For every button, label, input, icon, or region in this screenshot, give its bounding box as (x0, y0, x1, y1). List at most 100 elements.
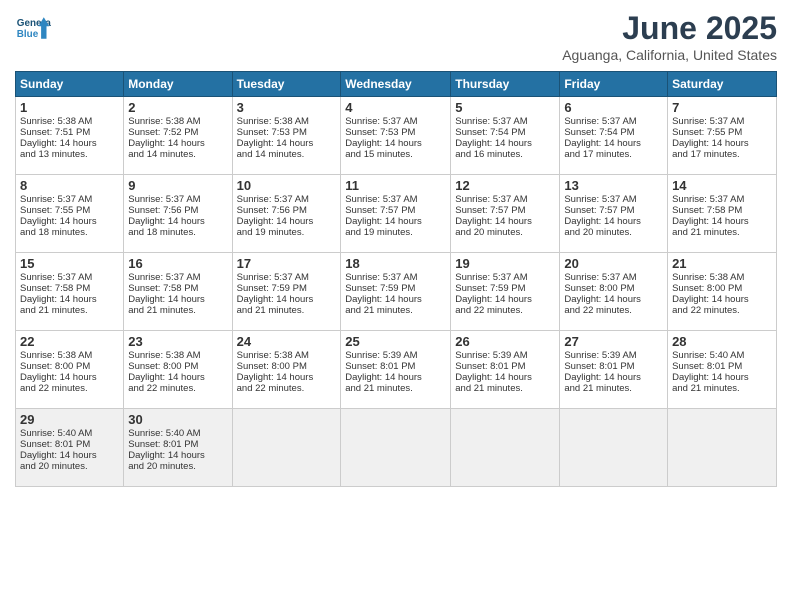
day-info-line: Sunrise: 5:39 AM (564, 350, 663, 361)
calendar-cell: 20Sunrise: 5:37 AMSunset: 8:00 PMDayligh… (560, 253, 668, 331)
calendar-cell (341, 409, 451, 487)
calendar-cell: 7Sunrise: 5:37 AMSunset: 7:55 PMDaylight… (668, 97, 777, 175)
col-saturday: Saturday (668, 72, 777, 97)
day-number: 23 (128, 334, 227, 349)
day-number: 1 (20, 100, 119, 115)
day-info-line: Sunrise: 5:37 AM (672, 194, 772, 205)
day-info-line: and 19 minutes. (345, 227, 446, 238)
day-info-line: and 17 minutes. (564, 149, 663, 160)
day-number: 21 (672, 256, 772, 271)
day-info-line: Daylight: 14 hours (128, 372, 227, 383)
day-info-line: Daylight: 14 hours (564, 216, 663, 227)
day-info-line: Sunset: 8:01 PM (564, 361, 663, 372)
day-info-line: Sunset: 8:00 PM (128, 361, 227, 372)
col-monday: Monday (124, 72, 232, 97)
month-title: June 2025 (562, 10, 777, 47)
day-info-line: Daylight: 14 hours (672, 216, 772, 227)
day-info-line: Sunset: 7:52 PM (128, 127, 227, 138)
day-info-line: and 21 minutes. (564, 383, 663, 394)
col-wednesday: Wednesday (341, 72, 451, 97)
day-info-line: Sunset: 8:01 PM (672, 361, 772, 372)
week-row: 15Sunrise: 5:37 AMSunset: 7:58 PMDayligh… (16, 253, 777, 331)
calendar-cell: 21Sunrise: 5:38 AMSunset: 8:00 PMDayligh… (668, 253, 777, 331)
day-info-line: Sunrise: 5:39 AM (345, 350, 446, 361)
day-info-line: Sunrise: 5:37 AM (455, 194, 555, 205)
calendar-cell: 5Sunrise: 5:37 AMSunset: 7:54 PMDaylight… (451, 97, 560, 175)
calendar-cell: 1Sunrise: 5:38 AMSunset: 7:51 PMDaylight… (16, 97, 124, 175)
day-info-line: Sunrise: 5:38 AM (128, 350, 227, 361)
day-info-line: Sunrise: 5:38 AM (20, 116, 119, 127)
day-info-line: Daylight: 14 hours (345, 372, 446, 383)
calendar-cell (560, 409, 668, 487)
day-info-line: Daylight: 14 hours (237, 216, 337, 227)
day-info-line: and 22 minutes. (128, 383, 227, 394)
day-info-line: Daylight: 14 hours (564, 138, 663, 149)
day-info-line: Daylight: 14 hours (20, 372, 119, 383)
day-info-line: and 18 minutes. (20, 227, 119, 238)
day-info-line: Daylight: 14 hours (455, 294, 555, 305)
header-area: General Blue June 2025 Aguanga, Californ… (15, 10, 777, 63)
calendar-cell: 15Sunrise: 5:37 AMSunset: 7:58 PMDayligh… (16, 253, 124, 331)
day-info-line: Sunset: 7:53 PM (345, 127, 446, 138)
day-info-line: and 14 minutes. (237, 149, 337, 160)
calendar-cell: 24Sunrise: 5:38 AMSunset: 8:00 PMDayligh… (232, 331, 341, 409)
day-number: 7 (672, 100, 772, 115)
day-info-line: Sunset: 7:53 PM (237, 127, 337, 138)
calendar-cell: 26Sunrise: 5:39 AMSunset: 8:01 PMDayligh… (451, 331, 560, 409)
day-info-line: and 14 minutes. (128, 149, 227, 160)
day-info-line: Sunset: 7:58 PM (20, 283, 119, 294)
calendar-cell: 23Sunrise: 5:38 AMSunset: 8:00 PMDayligh… (124, 331, 232, 409)
calendar-cell: 29Sunrise: 5:40 AMSunset: 8:01 PMDayligh… (16, 409, 124, 487)
day-info-line: and 21 minutes. (672, 383, 772, 394)
day-info-line: Sunrise: 5:38 AM (237, 350, 337, 361)
day-info-line: Sunrise: 5:37 AM (345, 116, 446, 127)
day-info-line: Sunset: 7:59 PM (237, 283, 337, 294)
day-info-line: Sunset: 7:59 PM (345, 283, 446, 294)
day-number: 26 (455, 334, 555, 349)
day-info-line: and 15 minutes. (345, 149, 446, 160)
day-number: 24 (237, 334, 337, 349)
day-info-line: Daylight: 14 hours (455, 216, 555, 227)
day-number: 15 (20, 256, 119, 271)
day-info-line: and 13 minutes. (20, 149, 119, 160)
day-info-line: and 20 minutes. (455, 227, 555, 238)
calendar-cell: 19Sunrise: 5:37 AMSunset: 7:59 PMDayligh… (451, 253, 560, 331)
day-info-line: Sunset: 7:56 PM (128, 205, 227, 216)
calendar-cell (232, 409, 341, 487)
day-info-line: Daylight: 14 hours (20, 216, 119, 227)
day-info-line: Sunrise: 5:37 AM (564, 116, 663, 127)
week-row: 22Sunrise: 5:38 AMSunset: 8:00 PMDayligh… (16, 331, 777, 409)
week-row: 8Sunrise: 5:37 AMSunset: 7:55 PMDaylight… (16, 175, 777, 253)
calendar-cell: 9Sunrise: 5:37 AMSunset: 7:56 PMDaylight… (124, 175, 232, 253)
day-info-line: and 20 minutes. (128, 461, 227, 472)
calendar-cell (451, 409, 560, 487)
day-info-line: Daylight: 14 hours (672, 138, 772, 149)
day-info-line: Sunset: 7:54 PM (455, 127, 555, 138)
day-number: 2 (128, 100, 227, 115)
calendar-cell: 6Sunrise: 5:37 AMSunset: 7:54 PMDaylight… (560, 97, 668, 175)
day-info-line: Sunrise: 5:37 AM (237, 272, 337, 283)
day-info-line: Daylight: 14 hours (564, 294, 663, 305)
day-info-line: and 20 minutes. (564, 227, 663, 238)
day-info-line: Sunrise: 5:39 AM (455, 350, 555, 361)
day-number: 18 (345, 256, 446, 271)
day-number: 17 (237, 256, 337, 271)
day-info-line: Sunrise: 5:38 AM (128, 116, 227, 127)
day-info-line: Sunset: 7:57 PM (345, 205, 446, 216)
calendar-cell: 25Sunrise: 5:39 AMSunset: 8:01 PMDayligh… (341, 331, 451, 409)
location: Aguanga, California, United States (562, 47, 777, 63)
calendar-cell: 14Sunrise: 5:37 AMSunset: 7:58 PMDayligh… (668, 175, 777, 253)
day-number: 9 (128, 178, 227, 193)
day-info-line: and 21 minutes. (345, 383, 446, 394)
day-info-line: Daylight: 14 hours (128, 294, 227, 305)
day-info-line: and 21 minutes. (237, 305, 337, 316)
day-info-line: Sunrise: 5:37 AM (20, 272, 119, 283)
day-number: 3 (237, 100, 337, 115)
day-number: 16 (128, 256, 227, 271)
day-info-line: Daylight: 14 hours (128, 450, 227, 461)
day-info-line: Sunrise: 5:38 AM (672, 272, 772, 283)
day-info-line: Sunrise: 5:38 AM (20, 350, 119, 361)
day-info-line: Daylight: 14 hours (345, 138, 446, 149)
col-tuesday: Tuesday (232, 72, 341, 97)
day-info-line: Sunrise: 5:37 AM (128, 194, 227, 205)
